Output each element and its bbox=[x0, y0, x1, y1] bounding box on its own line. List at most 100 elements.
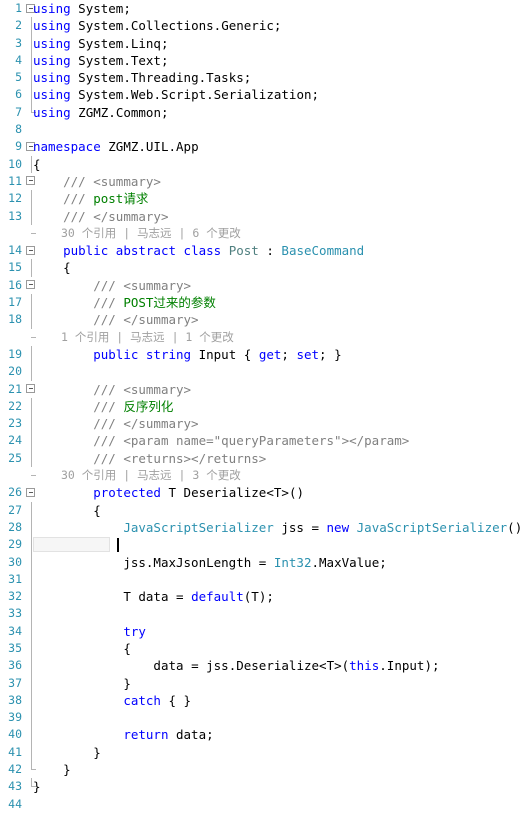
codelens-references[interactable]: 1 个引用 bbox=[61, 330, 109, 344]
code-text: } bbox=[123, 675, 131, 691]
line-number: 38 bbox=[8, 692, 22, 707]
code-line[interactable]: 16 /// <summary> bbox=[0, 277, 524, 294]
code-text: catch { } bbox=[123, 692, 192, 708]
code-line[interactable]: 44 bbox=[0, 796, 524, 813]
codelens-changes[interactable]: 6 个更改 bbox=[192, 226, 240, 240]
line-number: 24 bbox=[8, 433, 22, 448]
code-line[interactable]: 4 using System.Text; bbox=[0, 51, 524, 70]
code-text: T data = default(T); bbox=[123, 589, 274, 605]
code-line[interactable]: 14 public abstract class Post : BaseComm… bbox=[0, 242, 524, 259]
codelens-row[interactable]: 1 个引用 | 马志远 | 1 个更改 bbox=[0, 329, 524, 346]
code-line[interactable]: 23 /// </summary> bbox=[0, 415, 524, 433]
code-text: JavaScriptSerializer jss = new JavaScrip… bbox=[123, 519, 524, 535]
code-line[interactable]: 40 return data; bbox=[0, 726, 524, 744]
codelens-changes[interactable]: 1 个更改 bbox=[185, 330, 233, 344]
code-line[interactable]: 35 { bbox=[0, 639, 524, 658]
code-line[interactable]: 5 using System.Threading.Tasks; bbox=[0, 69, 524, 87]
fold-guide-line bbox=[30, 501, 32, 519]
code-text: /// post请求 bbox=[63, 191, 149, 207]
code-line[interactable]: 17 /// POST过来的参数 bbox=[0, 294, 524, 312]
line-number: 18 bbox=[8, 312, 22, 327]
code-line[interactable]: 43} bbox=[0, 778, 524, 795]
code-line[interactable]: 6 using System.Web.Script.Serialization; bbox=[0, 86, 524, 104]
code-line[interactable]: 11 /// <summary> bbox=[0, 173, 524, 190]
fold-guide-line bbox=[30, 363, 32, 381]
code-text: protected T Deserialize<T>() bbox=[93, 485, 304, 501]
codelens-references[interactable]: 30 个引用 bbox=[61, 226, 116, 240]
fold-guide-line-end bbox=[30, 778, 36, 788]
code-line[interactable]: 10 { bbox=[0, 155, 524, 173]
fold-guide-line bbox=[30, 605, 32, 623]
code-line[interactable]: 26 protected T Deserialize<T>() bbox=[0, 484, 524, 501]
fold-guide-line bbox=[30, 69, 32, 87]
code-line[interactable]: 36 data = jss.Deserialize<T>(this.Input)… bbox=[0, 657, 524, 675]
codelens-row[interactable]: 30 个引用 | 马志远 | 6 个更改 bbox=[0, 225, 524, 242]
code-line[interactable]: 20 bbox=[0, 363, 524, 381]
code-line[interactable]: 37 } bbox=[0, 674, 524, 692]
codelens-author[interactable]: 马志远 bbox=[130, 330, 165, 344]
line-number: 22 bbox=[8, 398, 22, 413]
fold-guide-line bbox=[30, 553, 32, 571]
codelens-row[interactable]: 30 个引用 | 马志远 | 3 个更改 bbox=[0, 467, 524, 484]
code-line[interactable]: 28 JavaScriptSerializer jss = new JavaSc… bbox=[0, 518, 524, 537]
line-number: 42 bbox=[8, 762, 22, 777]
code-line[interactable]: 9 namespace ZGMZ.UIL.App bbox=[0, 138, 524, 155]
fold-guide-tick bbox=[30, 475, 36, 477]
fold-guide-line-end bbox=[30, 103, 36, 113]
code-line[interactable]: 41 } bbox=[0, 743, 524, 762]
code-line[interactable]: 42 } bbox=[0, 761, 524, 778]
code-line[interactable]: 33 bbox=[0, 605, 524, 623]
code-text: public abstract class Post : BaseCommand bbox=[63, 243, 365, 259]
code-line[interactable]: 27 { bbox=[0, 501, 524, 519]
code-line[interactable]: 24 /// <param name="queryParameters"></p… bbox=[0, 432, 524, 450]
line-number: 40 bbox=[8, 727, 22, 742]
code-line[interactable]: 3 using System.Linq; bbox=[0, 34, 524, 52]
codelens-references[interactable]: 30 个引用 bbox=[61, 468, 116, 482]
line-number: 23 bbox=[8, 416, 22, 431]
code-line[interactable]: 38 catch { } bbox=[0, 691, 524, 710]
fold-guide-line bbox=[30, 17, 32, 35]
code-line[interactable]: 39 bbox=[0, 709, 524, 727]
code-line[interactable]: 29 bbox=[0, 536, 524, 554]
line-number: 16 bbox=[8, 277, 22, 292]
code-line[interactable]: 2 using System.Collections.Generic; bbox=[0, 17, 524, 35]
code-line[interactable]: 31 bbox=[0, 570, 524, 589]
code-line[interactable]: 13 /// </summary> bbox=[0, 207, 524, 225]
code-line[interactable]: 25 /// <returns></returns> bbox=[0, 449, 524, 468]
line-number: 15 bbox=[8, 260, 22, 275]
codelens-changes[interactable]: 3 个更改 bbox=[192, 468, 240, 482]
codelens-author[interactable]: 马志远 bbox=[137, 468, 172, 482]
line-number: 11 bbox=[8, 173, 22, 188]
code-text: try bbox=[123, 623, 146, 639]
code-text: /// <param name="queryParameters"></para… bbox=[93, 433, 410, 449]
code-text: public string Input { get; set; } bbox=[93, 346, 342, 362]
code-line[interactable]: 32 T data = default(T); bbox=[0, 588, 524, 606]
code-line[interactable]: 1 using System; bbox=[0, 0, 524, 17]
code-line[interactable]: 7 using ZGMZ.Common; bbox=[0, 103, 524, 121]
code-line[interactable]: 12 /// post请求 bbox=[0, 190, 524, 208]
line-number: 43 bbox=[8, 779, 22, 794]
code-line[interactable]: 21 /// <summary> bbox=[0, 381, 524, 398]
fold-guide-line bbox=[30, 674, 32, 692]
line-number: 32 bbox=[8, 589, 22, 604]
code-text: using System.Linq; bbox=[33, 35, 169, 51]
line-number: 39 bbox=[8, 710, 22, 725]
fold-guide-line bbox=[30, 657, 32, 675]
code-line[interactable]: 34 try bbox=[0, 622, 524, 640]
fold-guide-line bbox=[30, 743, 32, 762]
code-line[interactable]: 22 /// 反序列化 bbox=[0, 397, 524, 416]
fold-guide-line bbox=[30, 726, 32, 744]
code-line[interactable]: 19 public string Input { get; set; } bbox=[0, 345, 524, 364]
codelens-author[interactable]: 马志远 bbox=[137, 226, 172, 240]
code-text: return data; bbox=[123, 727, 214, 743]
code-text: { bbox=[33, 156, 41, 172]
code-line[interactable]: 15 { bbox=[0, 259, 524, 277]
code-line[interactable]: 30 jss.MaxJsonLength = Int32.MaxValue; bbox=[0, 553, 524, 571]
line-number: 19 bbox=[8, 346, 22, 361]
fold-guide-line bbox=[30, 432, 32, 450]
code-line[interactable]: 18 /// </summary> bbox=[0, 311, 524, 329]
code-editor[interactable]: 1 using System; 2 using System.Collections.… bbox=[0, 0, 524, 811]
fold-guide-line bbox=[30, 190, 32, 208]
line-number: 14 bbox=[8, 243, 22, 258]
code-line[interactable]: 8 bbox=[0, 121, 524, 138]
